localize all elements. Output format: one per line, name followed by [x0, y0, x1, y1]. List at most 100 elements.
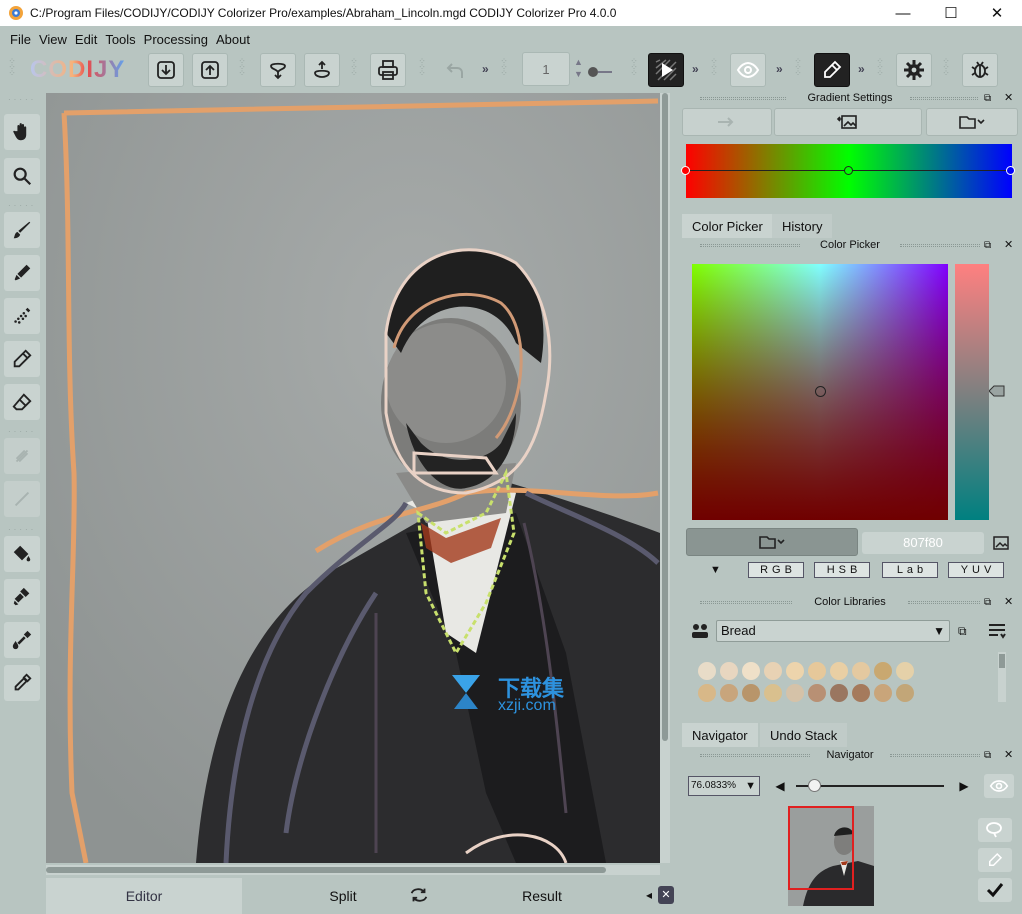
gradient-image-button[interactable] [774, 108, 922, 136]
library-swatch[interactable] [742, 662, 760, 680]
tab-color-picker[interactable]: Color Picker [682, 214, 773, 238]
library-swatch[interactable] [786, 662, 804, 680]
float-icon[interactable]: ⧉ [958, 624, 967, 639]
zoom-slider-handle[interactable] [807, 779, 821, 792]
tab-undo-stack[interactable]: Undo Stack [760, 723, 848, 747]
library-swatch[interactable] [874, 662, 892, 680]
scroll-thumb[interactable] [999, 654, 1005, 668]
expand-arrow-icon[interactable]: ▼ [710, 564, 721, 576]
close-icon[interactable]: ✕ [1004, 90, 1013, 106]
pencil-tool[interactable] [4, 341, 40, 377]
line-tool-disabled[interactable] [4, 481, 40, 517]
float-icon[interactable]: ⧉ [984, 748, 991, 764]
mode-yuv-button[interactable]: YUV [948, 562, 1004, 578]
frame-slider-handle[interactable] [588, 67, 598, 77]
library-swatch[interactable] [742, 684, 760, 702]
compare-button[interactable] [978, 818, 1012, 842]
menu-view[interactable]: View [39, 32, 67, 47]
export-button[interactable] [192, 53, 228, 87]
gradient-file-menu-button[interactable] [926, 108, 1018, 136]
pan-tool[interactable] [4, 114, 40, 150]
tab-result[interactable]: Result [444, 878, 640, 914]
menu-tools[interactable]: Tools [105, 32, 135, 47]
menu-file[interactable]: File [10, 32, 31, 47]
gradient-apply-button[interactable] [682, 108, 772, 136]
gradient-stop-blue[interactable] [1006, 166, 1015, 175]
scroll-thumb[interactable] [662, 93, 668, 741]
close-icon[interactable]: ✕ [1004, 747, 1013, 763]
swap-icon[interactable] [408, 884, 430, 906]
library-swatch[interactable] [896, 684, 914, 702]
library-swatch[interactable] [852, 662, 870, 680]
preview-toggle-button[interactable] [730, 53, 766, 87]
import-button[interactable] [148, 53, 184, 87]
menu-processing[interactable]: Processing [144, 32, 208, 47]
edit-markup-button[interactable] [978, 848, 1012, 872]
hue-slider[interactable] [955, 264, 989, 520]
library-swatch[interactable] [720, 684, 738, 702]
colorize-button[interactable] [648, 53, 684, 87]
library-swatch[interactable] [874, 684, 892, 702]
library-swatch[interactable] [830, 662, 848, 680]
fill-tool[interactable] [4, 536, 40, 572]
library-swatch[interactable] [764, 662, 782, 680]
hex-color-field[interactable]: 807f80 [862, 532, 984, 554]
navigator-thumbnail[interactable] [788, 806, 874, 906]
panel-close-icon[interactable]: ✕ [658, 886, 674, 904]
brush-tool[interactable] [4, 212, 40, 248]
library-swatch[interactable] [808, 684, 826, 702]
tab-history[interactable]: History [772, 214, 833, 238]
image-canvas[interactable]: 下载集 xzji.com [46, 93, 660, 863]
float-icon[interactable]: ⧉ [984, 91, 991, 107]
horizontal-scrollbar[interactable] [46, 865, 660, 875]
library-swatch[interactable] [764, 684, 782, 702]
library-select[interactable]: Bread ▼ [716, 620, 950, 642]
load-markup-button[interactable] [260, 53, 296, 87]
marker-tool[interactable] [4, 255, 40, 291]
color-file-menu-button[interactable] [686, 528, 858, 556]
library-swatch[interactable] [896, 662, 914, 680]
close-button[interactable]: ✕ [974, 0, 1020, 26]
undo-button[interactable] [438, 53, 474, 87]
library-swatch[interactable] [852, 684, 870, 702]
print-button[interactable] [370, 53, 406, 87]
mode-lab-button[interactable]: Lab [882, 562, 938, 578]
tab-scroll-left-icon[interactable]: ◂ [646, 888, 652, 902]
navigator-preview-toggle[interactable] [984, 774, 1014, 798]
more-chevron-icon[interactable]: » [776, 62, 783, 76]
smudge-tool-disabled[interactable] [4, 438, 40, 474]
library-swatch[interactable] [786, 684, 804, 702]
library-swatch[interactable] [720, 662, 738, 680]
frame-spinbox[interactable]: 1 [522, 52, 570, 86]
zoom-in-icon[interactable]: ▶ [954, 776, 974, 796]
zoom-out-icon[interactable]: ◀ [770, 776, 790, 796]
close-icon[interactable]: ✕ [1004, 237, 1013, 253]
float-icon[interactable]: ⧉ [984, 595, 991, 611]
library-swatch[interactable] [698, 684, 716, 702]
frame-slider-track[interactable] [598, 71, 612, 73]
vertical-scrollbar[interactable] [660, 93, 670, 863]
library-swatch[interactable] [830, 684, 848, 702]
apply-button[interactable] [978, 878, 1012, 902]
gradient-stop-red[interactable] [681, 166, 690, 175]
zoom-select[interactable]: 76.0833% ▼ [688, 776, 760, 796]
settings-button[interactable] [896, 53, 932, 87]
spin-arrows-icon[interactable]: ▲ ▼ [574, 56, 583, 80]
library-menu-icon[interactable] [986, 620, 1008, 642]
library-swatch[interactable] [808, 662, 826, 680]
mode-rgb-button[interactable]: RGB [748, 562, 804, 578]
maximize-button[interactable]: ☐ [928, 0, 974, 26]
navigator-viewport-frame[interactable] [788, 806, 854, 890]
minimize-button[interactable]: — [880, 0, 926, 26]
markup-mode-button[interactable] [814, 53, 850, 87]
more-chevron-icon[interactable]: » [858, 62, 865, 76]
scroll-thumb[interactable] [46, 867, 606, 873]
hue-slider-handle[interactable] [988, 385, 1005, 397]
screen-picker-icon[interactable] [992, 534, 1010, 552]
mode-hsb-button[interactable]: HSB [814, 562, 870, 578]
zoom-slider-track[interactable] [796, 779, 944, 792]
color-field[interactable] [692, 264, 948, 520]
tab-navigator[interactable]: Navigator [682, 723, 758, 747]
gradient-bar[interactable] [681, 144, 1015, 198]
stamp-tool[interactable] [4, 579, 40, 615]
